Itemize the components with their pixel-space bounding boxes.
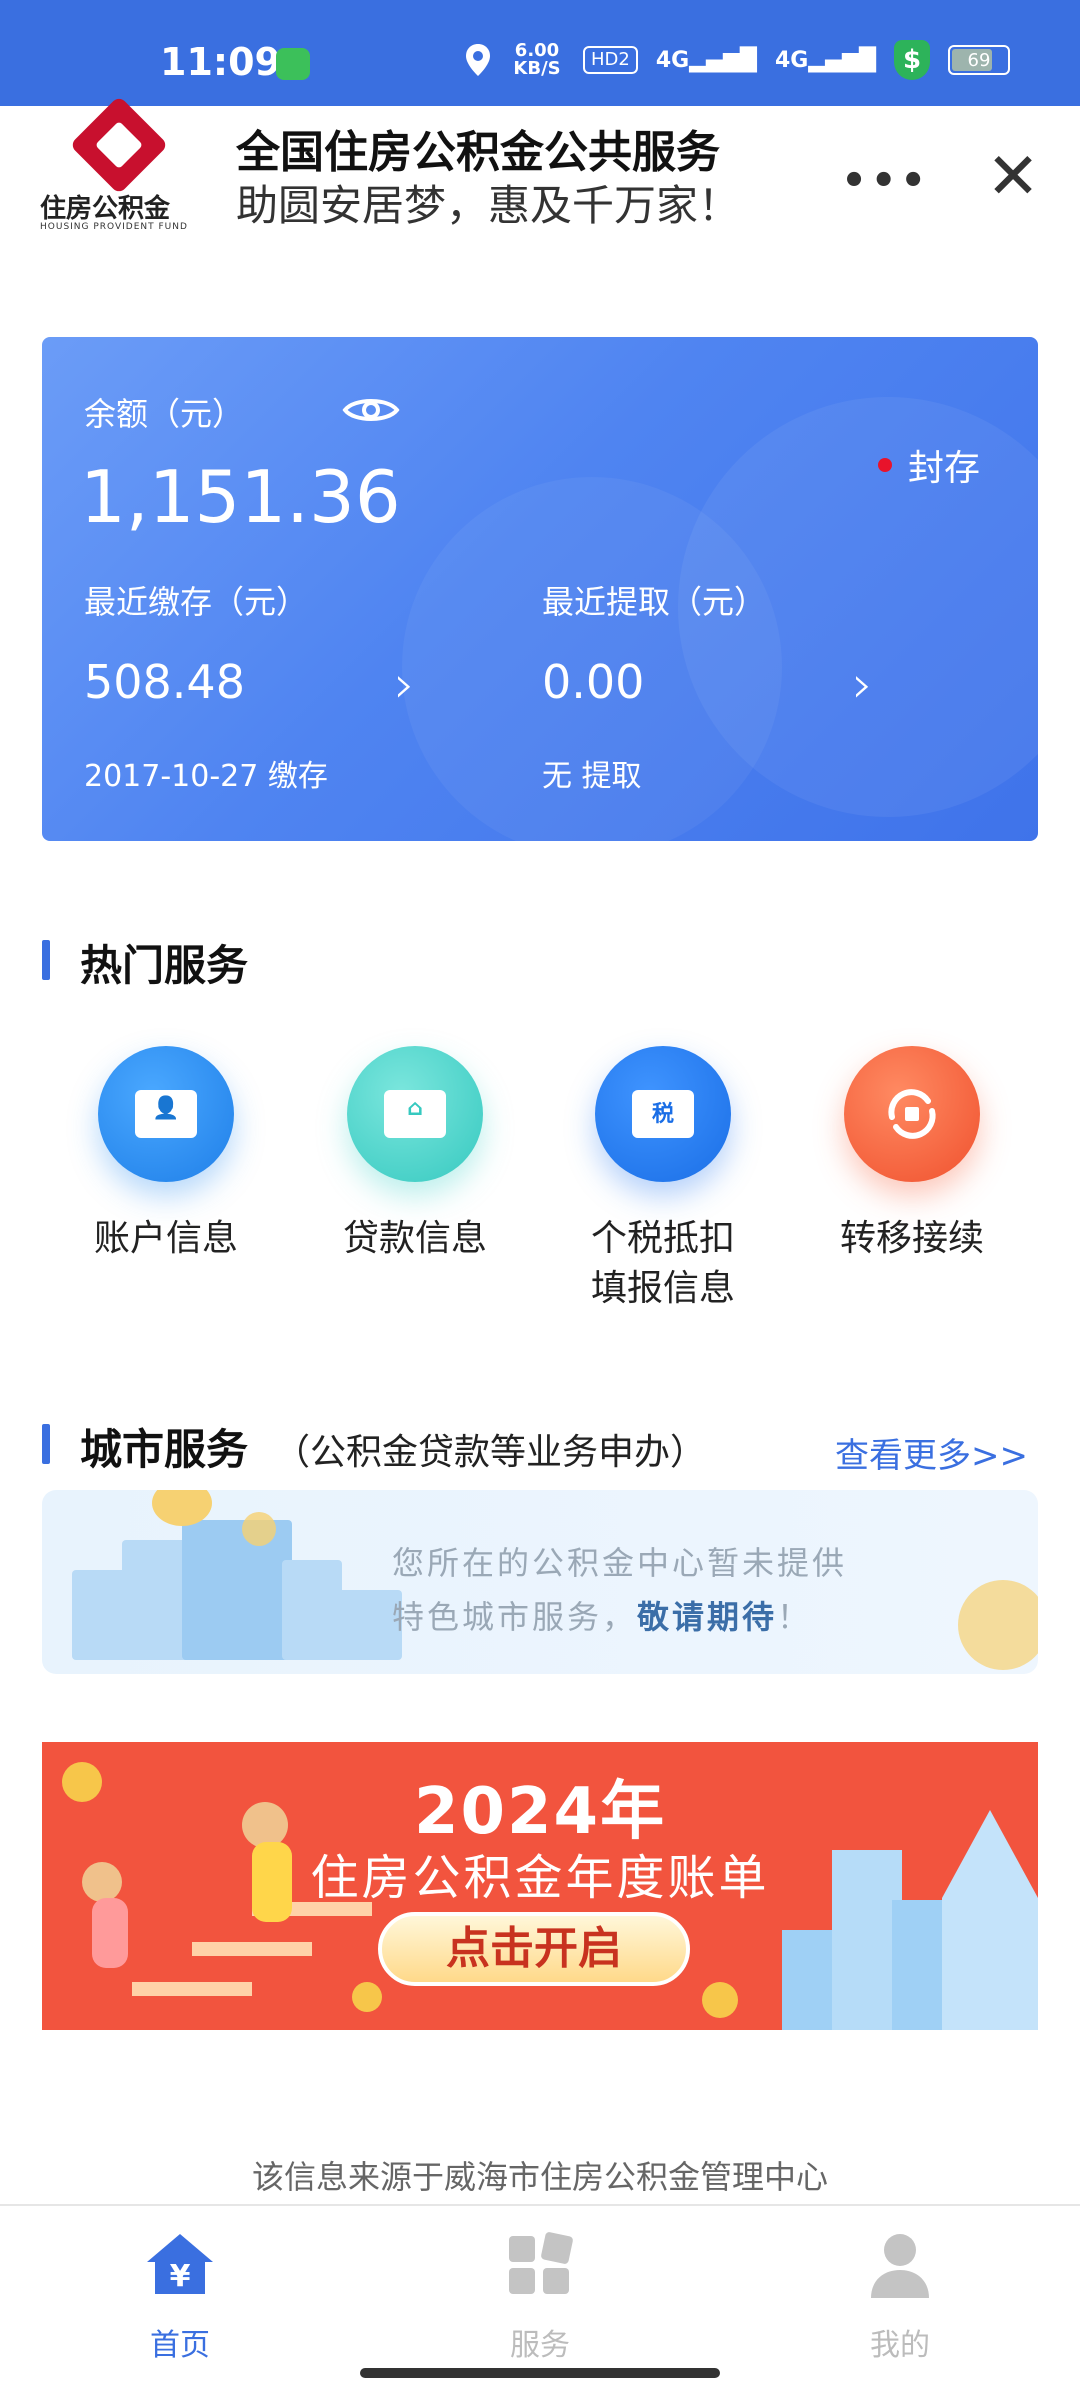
- tab-home[interactable]: ¥ 首页: [90, 2228, 270, 2364]
- balance-label: 余额（元）: [84, 395, 245, 433]
- logo-mark-icon: [69, 95, 169, 195]
- recent-withdraw-label: 最近提取（元）: [542, 583, 767, 621]
- header-title: 全国住房公积金公共服务: [236, 127, 720, 178]
- deposit-chevron-right-icon[interactable]: ›: [394, 655, 415, 715]
- coin-icon: [958, 1580, 1038, 1670]
- coin-icon: [702, 1982, 738, 2018]
- eye-visibility-icon[interactable]: [342, 393, 400, 427]
- open-statement-button[interactable]: 点击开启: [378, 1912, 690, 1986]
- tax-card-icon: 税: [595, 1046, 731, 1182]
- transfer-icon: [844, 1046, 980, 1182]
- coin-icon: [352, 1982, 382, 2012]
- recent-deposit-label: 最近缴存（元）: [84, 583, 309, 621]
- hd-badge: HD2: [583, 46, 638, 74]
- city-services-subtitle: （公积金贷款等业务申办）: [274, 1432, 707, 1473]
- net-speed: 6.00 KB/S: [513, 40, 561, 79]
- service-tax-deduction[interactable]: 税 个税抵扣填报信息: [563, 1046, 763, 1314]
- banner-line-1: 您所在的公积金中心暂未提供: [392, 1544, 848, 1582]
- close-button[interactable]: ✕: [978, 142, 1048, 212]
- recent-withdraw-note: 无 提取: [542, 759, 642, 794]
- more-options-button[interactable]: •••: [841, 158, 930, 204]
- data-source-note: 该信息来源于威海市住房公积金管理中心: [251, 2158, 828, 2196]
- account-summary-card: 余额（元） 1,151.36 封存 最近缴存（元） 508.48 › 2017-…: [42, 337, 1038, 841]
- service-transfer[interactable]: 转移接续: [812, 1046, 1012, 1264]
- tab-profile[interactable]: 我的: [810, 2228, 990, 2364]
- view-more-link[interactable]: 查看更多>>: [835, 1428, 1028, 1477]
- location-icon: [466, 44, 491, 76]
- city-services-title: 城市服务: [80, 1425, 249, 1474]
- account-card-icon: 👤: [98, 1046, 234, 1182]
- annual-statement-banner[interactable]: 2024年 住房公积金年度账单 点击开启: [42, 1742, 1038, 2030]
- signal-icon-2: 4G▂▄▆█: [774, 47, 876, 73]
- section-accent-bar: [42, 1424, 50, 1464]
- status-time: 11:09: [160, 40, 281, 84]
- promo-subtitle: 住房公积金年度账单: [310, 1850, 770, 1906]
- security-shield-icon: $: [894, 40, 930, 80]
- coin-icon: [242, 1512, 276, 1546]
- profile-icon: [871, 2234, 929, 2298]
- status-dot-icon: [877, 458, 892, 472]
- service-label: 转移接续: [839, 1218, 984, 1259]
- withdraw-chevron-right-icon[interactable]: ›: [852, 655, 873, 715]
- balance-amount: 1,151.36: [80, 455, 401, 539]
- service-label: 个税抵扣填报信息: [590, 1218, 735, 1309]
- system-home-indicator[interactable]: [360, 2368, 720, 2378]
- city-service-banner: 您所在的公积金中心暂未提供 特色城市服务，敬请期待！: [42, 1490, 1038, 1674]
- banner-line-2: 特色城市服务，敬请期待！: [392, 1598, 813, 1636]
- recent-deposit-note: 2017-10-27 缴存: [84, 759, 328, 794]
- service-account-info[interactable]: 👤 账户信息: [66, 1046, 266, 1264]
- battery-icon: 69: [948, 45, 1010, 75]
- signal-icon-1: 4G▂▄▆█: [655, 47, 757, 73]
- service-loan-info[interactable]: ⌂ 贷款信息: [315, 1046, 515, 1264]
- recent-deposit-value[interactable]: 508.48: [84, 655, 245, 709]
- section-accent-bar: [42, 940, 50, 980]
- status-indicators: 6.00 KB/S HD2 4G▂▄▆█ 4G▂▄▆█ $ 69: [465, 40, 1010, 80]
- hot-services-title: 热门服务: [80, 941, 249, 990]
- status-bar: 11:09 6.00 KB/S HD2 4G▂▄▆█ 4G▂▄▆█ $ 69: [0, 0, 1080, 106]
- recent-withdraw-value[interactable]: 0.00: [542, 655, 644, 709]
- svg-text:¥: ¥: [170, 2259, 191, 2294]
- home-icon: ¥: [147, 2234, 213, 2294]
- tab-services[interactable]: 服务: [450, 2228, 630, 2364]
- service-label: 贷款信息: [342, 1218, 487, 1259]
- app-header: 住房公积金 HOUSING PROVIDENT FUND 全国住房公积金公共服务…: [0, 95, 1080, 266]
- account-status: 封存: [877, 439, 980, 491]
- service-label: 账户信息: [93, 1218, 238, 1259]
- loan-card-icon: ⌂: [347, 1046, 483, 1182]
- message-notification-icon: [276, 48, 310, 80]
- housing-fund-logo: 住房公积金 HOUSING PROVIDENT FUND: [40, 95, 200, 236]
- services-icon: [509, 2232, 573, 2294]
- header-slogan: 助圆安居梦，惠及千万家！: [236, 181, 741, 230]
